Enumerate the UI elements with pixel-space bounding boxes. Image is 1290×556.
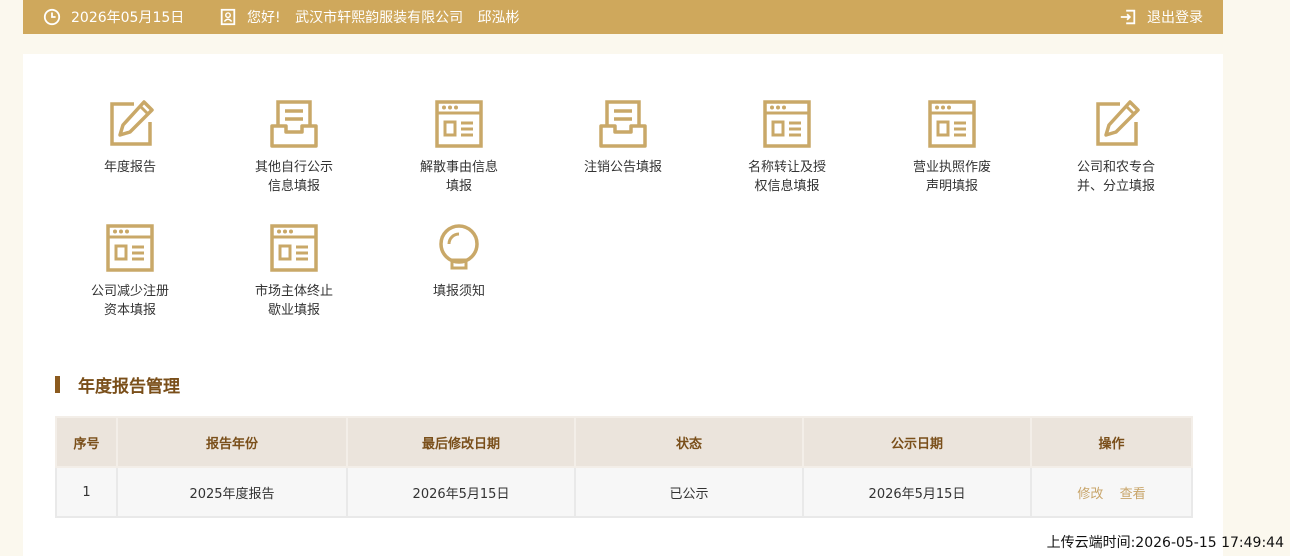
tile-label-line: 信息填报 [267, 179, 320, 194]
tile-label-line: 市场主体终止 [254, 284, 333, 299]
tile-merger-split[interactable]: 公司和农专合 并、分立填报 [1051, 98, 1181, 196]
column-header: 操作 [1030, 416, 1193, 468]
browser-form-icon [106, 224, 154, 272]
tile-label-line: 其他自行公示 [254, 160, 333, 175]
current-date: 2026年05月15日 [71, 10, 185, 26]
upload-time: 上传云端时间:2026-05-15 17:49:44 [1046, 535, 1284, 551]
annual-report-table: 序号 报告年份 最后修改日期 状态 公示日期 操作 1 2025年度报告 202… [55, 416, 1193, 518]
column-header: 序号 [55, 416, 118, 468]
browser-form-icon [763, 100, 811, 148]
tile-label-line: 解散事由信息 [419, 160, 498, 175]
table-row: 1 2025年度报告 2026年5月15日 已公示 2026年5月15日 修改 … [55, 466, 1193, 518]
edit-icon [1096, 100, 1140, 146]
cell-actions: 修改 查看 [1030, 466, 1193, 518]
cell-status: 已公示 [574, 466, 804, 518]
column-header: 最后修改日期 [346, 416, 576, 468]
browser-form-icon [928, 100, 976, 148]
tile-label-line: 公司减少注册 [90, 284, 169, 299]
lightbulb-icon [439, 224, 479, 270]
cell-publish-date: 2026年5月15日 [802, 466, 1032, 518]
logout-label: 退出登录 [1147, 10, 1203, 26]
tile-capital-reduction[interactable]: 公司减少注册 资本填报 [65, 222, 195, 320]
tile-label-line: 营业执照作废 [912, 160, 991, 175]
browser-form-icon [270, 224, 318, 272]
table-header-row: 序号 报告年份 最后修改日期 状态 公示日期 操作 [55, 416, 1193, 468]
user-name: 邱泓彬 [477, 10, 520, 26]
tile-annual-report[interactable]: 年度报告 [65, 98, 195, 177]
cell-modified-date: 2026年5月15日 [346, 466, 576, 518]
cell-report-year: 2025年度报告 [116, 466, 348, 518]
tile-label-line: 资本填报 [103, 303, 156, 318]
tile-other-disclosure[interactable]: 其他自行公示 信息填报 [229, 98, 359, 196]
view-link[interactable]: 查看 [1120, 487, 1146, 502]
tile-label-line: 名称转让及授 [747, 160, 826, 175]
logout-icon [1120, 9, 1136, 25]
clock-icon [43, 8, 61, 26]
top-bar: 2026年05月15日 您好! 武汉市轩熙韵服装有限公司 邱泓彬 退出登录 [23, 0, 1223, 34]
tile-label-line: 年度报告 [103, 160, 156, 175]
section-marker [55, 375, 60, 393]
company-name: 武汉市轩熙韵服装有限公司 [295, 10, 464, 26]
inbox-tray-icon [270, 100, 318, 148]
section-title: 年度报告管理 [55, 372, 180, 397]
tile-label-line: 填报 [445, 179, 472, 194]
section-title-text: 年度报告管理 [78, 376, 180, 397]
tile-label-line: 公司和农专合 [1076, 160, 1155, 175]
tile-label-line: 权信息填报 [754, 179, 820, 194]
column-header: 公示日期 [802, 416, 1032, 468]
greeting-text: 您好! [247, 10, 281, 26]
date-display: 2026年05月15日 [43, 0, 184, 34]
tile-business-suspension[interactable]: 市场主体终止 歇业填报 [229, 222, 359, 320]
logout-button[interactable]: 退出登录 [1119, 0, 1203, 34]
edit-link[interactable]: 修改 [1077, 487, 1103, 502]
tile-deregistration-notice[interactable]: 注销公告填报 [558, 98, 688, 177]
column-header: 状态 [574, 416, 804, 468]
tile-label-line: 歇业填报 [267, 303, 320, 318]
tile-license-void[interactable]: 营业执照作废 声明填报 [887, 98, 1017, 196]
tile-label-line: 并、分立填报 [1076, 179, 1155, 194]
tile-name-transfer[interactable]: 名称转让及授 权信息填报 [722, 98, 852, 196]
inbox-tray-icon [599, 100, 647, 148]
tile-dissolution-info[interactable]: 解散事由信息 填报 [394, 98, 524, 196]
tile-label-line: 填报须知 [432, 284, 485, 299]
column-header: 报告年份 [116, 416, 348, 468]
browser-form-icon [435, 100, 483, 148]
edit-icon [110, 100, 154, 146]
tile-label-line: 注销公告填报 [583, 160, 662, 175]
cell-index: 1 [55, 466, 118, 518]
user-card-icon [220, 8, 236, 26]
main-card: 年度报告 其他自行公示 信息填报 解散事由信息 填报 注销公告填报 名称转让及授… [23, 54, 1223, 556]
user-info: 您好! 武汉市轩熙韵服装有限公司 邱泓彬 [219, 0, 530, 34]
tile-label-line: 声明填报 [925, 179, 978, 194]
tile-filing-instructions[interactable]: 填报须知 [394, 222, 524, 301]
